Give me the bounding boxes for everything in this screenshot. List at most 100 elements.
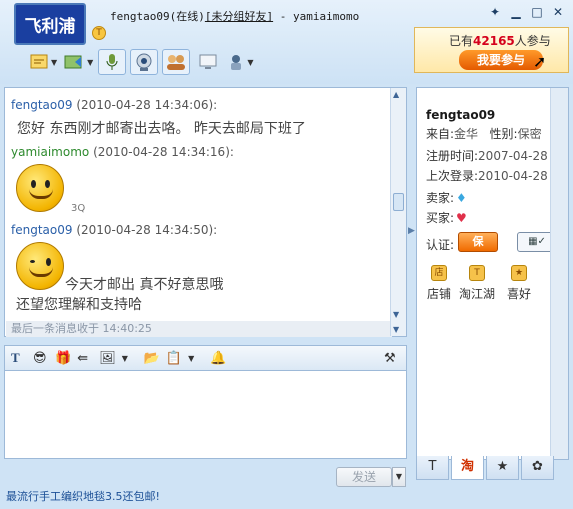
chevron-down-icon[interactable]: ▼ (188, 348, 204, 368)
minimize-icon[interactable]: ▁ (507, 3, 525, 21)
ad-participant-text: 已有42165人参与 (449, 32, 551, 49)
sender-name: fengtao09 (11, 98, 73, 112)
message-time: (2010-04-28 14:34:06): (76, 98, 218, 112)
contact-name: fengtao09 (110, 10, 170, 23)
gift-icon[interactable]: 🎁 (55, 348, 71, 368)
reply-icon[interactable]: ⇚ (77, 348, 93, 368)
send-file-button[interactable]: ▼ (28, 49, 58, 75)
chat-toolbar: ▼ ▼ ▼ (28, 48, 254, 76)
bottom-ad-link[interactable]: 最流行手工编织地毯3.5还包邮! (6, 488, 160, 504)
bell-icon[interactable]: 🔔 (210, 348, 226, 368)
cert-row: 认证: (426, 236, 454, 253)
send-options-chevron-icon[interactable]: ▼ (392, 467, 406, 487)
shop-link[interactable]: 店 店铺 (419, 265, 459, 302)
message-header: yamiaimomo (2010-04-28 14:34:16): (11, 145, 234, 159)
gender-value: 保密 (517, 127, 542, 141)
tab-taobao[interactable]: 淘 (451, 456, 484, 480)
send-button[interactable]: 发送 (336, 467, 392, 487)
tab-clothing[interactable]: ✿ (521, 456, 554, 480)
contact-status: (在线) (169, 10, 205, 23)
remote-assist-button[interactable] (194, 49, 222, 75)
voice-button[interactable] (98, 49, 127, 75)
message-time: (2010-04-28 14:34:50): (76, 223, 218, 237)
contact-group-link[interactable]: [未分组好友] (205, 10, 273, 23)
heart-icon[interactable]: ♥ (456, 211, 467, 225)
ad-suffix: 人参与 (514, 34, 551, 48)
scroll-thumb[interactable] (393, 193, 404, 211)
chat-history[interactable]: fengtao09 (2010-04-28 14:34:06): 您好 东西刚才… (4, 87, 407, 337)
self-name: yamiaimomo (292, 10, 360, 23)
register-label: 注册时间: (426, 149, 479, 163)
sticker-caption: 3Q (71, 203, 86, 214)
profile-scrollbar[interactable] (550, 88, 568, 459)
ad-banner[interactable]: 已有42165人参与 我要参与 ➚ (414, 27, 569, 73)
smiley-sticker (16, 164, 64, 212)
diamond-icon[interactable]: ♦ (456, 191, 467, 205)
maximize-icon[interactable]: □ (528, 3, 546, 21)
group-chat-button[interactable] (162, 49, 191, 75)
gender-label: 性别: (489, 127, 518, 141)
join-button[interactable]: 我要参与 (459, 50, 543, 70)
sender-name: fengtao09 (11, 223, 73, 237)
shop-label: 店铺 (426, 287, 451, 301)
emoticon-icon[interactable]: 😎 (33, 348, 49, 368)
webcam-icon (136, 53, 152, 71)
taojianghu-icon: T (469, 265, 485, 281)
ad-prefix: 已有 (449, 34, 474, 48)
monitor-icon (199, 54, 217, 69)
title-separator: - (273, 10, 293, 23)
status-icon[interactable]: T (92, 26, 106, 40)
chevron-down-icon[interactable]: ▼ (51, 58, 57, 67)
scroll-up-icon[interactable]: ▲ (393, 90, 399, 99)
last-login-label: 上次登录: (426, 169, 479, 183)
buyer-row: 买家: ♥ (426, 209, 467, 226)
message-header: fengtao09 (2010-04-28 14:34:06): (11, 98, 217, 112)
input-toolbar: T 😎 🎁 ⇚ 🖼 ▼ 📂 📋 ▼ 🔔 ⚒ (4, 345, 407, 371)
microphone-icon (106, 54, 118, 70)
app-menu-button[interactable]: ▼ (226, 49, 254, 75)
scroll-down-icon[interactable]: ▼ (393, 310, 399, 319)
last-message-status: 最后一条消息收于 14:40:25 (6, 321, 392, 337)
close-icon[interactable]: ✕ (549, 3, 567, 21)
font-icon[interactable]: T (11, 348, 27, 368)
pin-icon[interactable]: ✦ (486, 3, 504, 21)
cursor-icon: ➚ (533, 52, 547, 71)
chat-scrollbar[interactable]: ▲ ▼ ▼ (390, 88, 406, 336)
title-bar: 飞利浦 T fengtao09(在线)[未分组好友] - yamiaimomo … (0, 0, 573, 84)
message-input[interactable] (4, 371, 407, 459)
favorites-label: 喜好 (506, 287, 531, 301)
scroll-end-icon[interactable]: ▼ (393, 325, 399, 334)
window-controls: ✦ ▁ □ ✕ (486, 3, 567, 21)
history-icon[interactable]: 📋 (166, 348, 182, 368)
message-text: 您好 东西刚才邮寄出去咯。 昨天去邮局下班了 (17, 121, 306, 137)
taojianghu-link[interactable]: T 淘江湖 (457, 265, 497, 302)
wink-smiley-sticker (16, 242, 64, 290)
chevron-down-icon[interactable]: ▼ (87, 58, 93, 67)
image-send-icon (64, 55, 82, 69)
video-button[interactable] (130, 49, 159, 75)
file-icon (30, 54, 48, 69)
tab-favorites[interactable]: ★ (486, 456, 519, 480)
seller-label: 卖家: (426, 191, 455, 205)
consumer-guarantee-badge[interactable]: 保 (458, 232, 498, 252)
guarantee-label: 保 (472, 235, 484, 248)
seller-row: 卖家: ♦ (426, 189, 467, 206)
origin-value: 金华 (454, 127, 479, 141)
buyer-label: 买家: (426, 211, 455, 225)
chevron-down-icon[interactable]: ▼ (122, 348, 138, 368)
contact-avatar[interactable]: 飞利浦 (14, 3, 86, 45)
screenshot-button[interactable]: ▼ (62, 49, 94, 75)
avatar-label: 飞利浦 (24, 16, 76, 37)
folder-icon[interactable]: 📂 (144, 348, 160, 368)
picture-icon[interactable]: 🖼 (99, 348, 116, 368)
register-row: 注册时间:2007-04-28 (426, 147, 548, 164)
collapse-sidebar-icon[interactable]: ▶ (408, 226, 415, 236)
settings-icon[interactable]: ⚒ (384, 348, 400, 368)
favorites-link[interactable]: ★ 喜好 (499, 265, 539, 302)
message-header: fengtao09 (2010-04-28 14:34:50): (11, 223, 217, 237)
message-text: 今天才邮出 真不好意思哦 (65, 277, 224, 293)
origin-label: 来自: (426, 127, 455, 141)
tab-taojianghu[interactable]: T (416, 456, 449, 480)
profile-panel: fengtao09 来自:金华 性别:保密 注册时间:2007-04-28 上次… (416, 87, 569, 460)
chevron-down-icon[interactable]: ▼ (247, 58, 253, 67)
